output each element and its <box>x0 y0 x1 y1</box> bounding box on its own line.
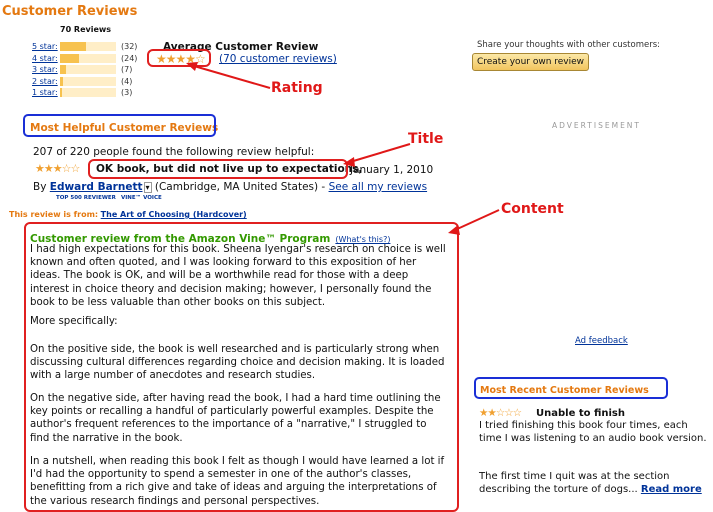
histogram-star-link[interactable]: 5 star: <box>32 42 58 51</box>
histogram-bar <box>60 88 116 97</box>
title-arrow <box>343 143 411 167</box>
histogram-star-link[interactable]: 2 star: <box>32 77 58 86</box>
histogram-row: 3 star: (7) <box>32 64 132 75</box>
recent-review-text-2: The first time I quit was at the section… <box>479 471 713 496</box>
review-paragraph-4: On the negative side, after having read … <box>30 393 441 444</box>
histogram-bar <box>60 76 116 86</box>
top-reviewer-badge[interactable]: TOP 500 REVIEWER <box>56 195 116 201</box>
reviews-total-label: 70 Reviews <box>60 25 112 34</box>
histogram-count: (24) <box>121 53 138 63</box>
recent-review-title: Unable to finish <box>536 408 625 419</box>
read-more-link[interactable]: Read more <box>641 484 702 495</box>
histogram-count: (3) <box>121 88 133 97</box>
histogram-bar-fill <box>60 76 64 86</box>
review-paragraph-2: More specifically: <box>30 316 118 327</box>
histogram-bar-fill <box>60 53 80 63</box>
histogram-bar <box>60 53 116 63</box>
histogram-count: (7) <box>121 65 133 74</box>
page-title: Customer Reviews <box>2 4 138 19</box>
review-source-book-link[interactable]: The Art of Choosing (Hardcover) <box>101 210 247 219</box>
reviewer-menu-icon[interactable]: ▾ <box>143 182 152 193</box>
title-highlight-box <box>88 159 348 179</box>
histogram-bar-fill <box>60 65 66 74</box>
histogram-count: (32) <box>121 42 138 51</box>
most-helpful-highlight-box <box>23 114 216 137</box>
histogram-bar <box>60 65 116 74</box>
review-rating-stars: ★★★☆☆ <box>35 162 80 175</box>
review-paragraph-5: In a nutshell, when reading this book I … <box>30 456 445 507</box>
review-paragraph-1: I had high expectations for this book. S… <box>30 244 446 308</box>
content-arrow <box>448 209 500 235</box>
reviewer-location: (Cambridge, MA United States) - <box>154 181 326 193</box>
histogram-row: 2 star: (4) <box>32 76 132 87</box>
vine-voice-badge[interactable]: VINE™ VOICE <box>121 195 162 201</box>
advertisement-label: ADVERTISEMENT <box>552 121 642 130</box>
histogram-bar <box>60 42 116 51</box>
histogram-bar-fill <box>60 88 63 97</box>
share-thoughts-text: Share your thoughts with other customers… <box>477 40 660 50</box>
histogram-row: 4 star: (24) <box>32 53 137 64</box>
see-all-reviews-link[interactable]: See all my reviews <box>329 181 428 193</box>
histogram-star-link[interactable]: 4 star: <box>32 54 58 63</box>
histogram-count: (4) <box>121 76 133 86</box>
review-source-prefix: This review is from: <box>9 210 99 219</box>
ad-feedback-link[interactable]: Ad feedback <box>575 336 628 346</box>
rating-annotation: Rating <box>271 80 323 96</box>
most-recent-highlight-box <box>474 377 668 399</box>
histogram-star-link[interactable]: 1 star: <box>32 88 58 97</box>
reviewer-name-link[interactable]: Edward Barnett <box>50 181 143 193</box>
histogram-row: 1 star: (3) <box>32 87 132 98</box>
review-source-line: This review is from: The Art of Choosing… <box>9 210 247 219</box>
recent-review-stars: ★★☆☆☆ <box>479 407 522 419</box>
helpful-count-text: 207 of 220 people found the following re… <box>33 146 315 158</box>
recent-review-text-1: I tried finishing this book four times, … <box>479 420 707 444</box>
rating-arrow <box>186 62 271 89</box>
histogram-star-link[interactable]: 3 star: <box>32 65 58 74</box>
review-paragraph-3: On the positive side, the book is well r… <box>30 344 445 382</box>
content-annotation: Content <box>501 201 564 217</box>
reviewer-line: By Edward Barnett ▾ (Cambridge, MA United… <box>33 181 427 193</box>
by-label: By <box>33 181 47 193</box>
create-review-button[interactable]: Create your own review <box>472 53 589 71</box>
histogram-row: 5 star: (32) <box>32 41 137 52</box>
histogram-bar-fill <box>60 42 86 51</box>
